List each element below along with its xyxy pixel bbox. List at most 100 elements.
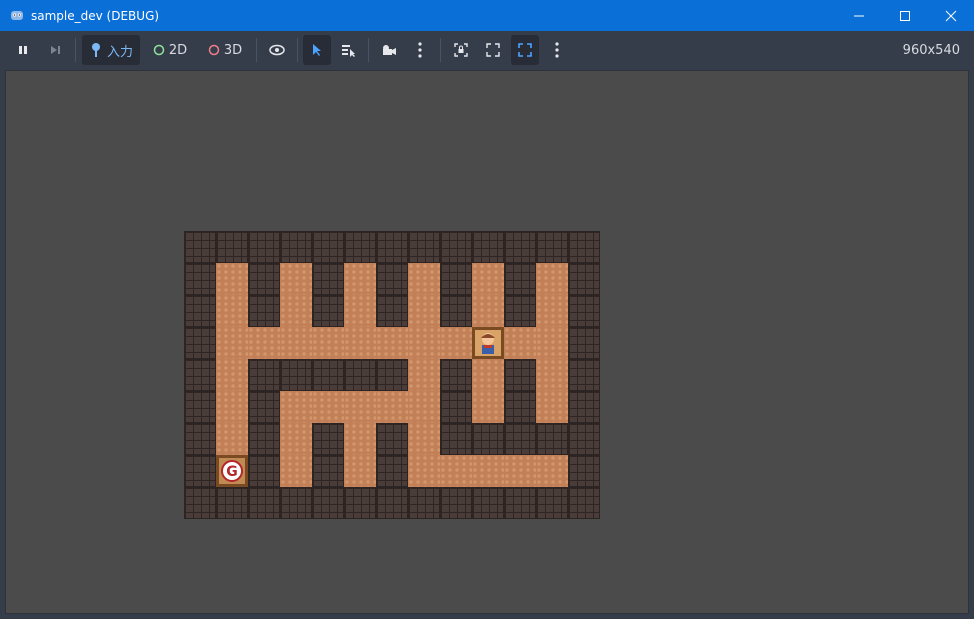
floor-tile [216, 327, 248, 359]
fullscreen-button[interactable] [511, 35, 539, 65]
floor-tile [472, 263, 504, 295]
floor-tile [344, 455, 376, 487]
floor-tile [440, 455, 472, 487]
mode-3d-button[interactable]: 3D [203, 35, 247, 65]
floor-tile [216, 391, 248, 423]
floor-tile [280, 391, 312, 423]
wall-tile [248, 359, 280, 391]
floor-tile [280, 327, 312, 359]
camera-menu-button[interactable] [410, 35, 430, 65]
floor-tile [504, 455, 536, 487]
close-button[interactable] [928, 0, 974, 31]
wall-tile [184, 327, 216, 359]
wall-tile [248, 423, 280, 455]
floor-tile [312, 391, 344, 423]
keep-aspect-button[interactable] [448, 35, 474, 65]
close-icon [945, 10, 957, 21]
circle-green-icon [153, 44, 165, 56]
wall-tile [568, 487, 600, 519]
wall-tile [504, 263, 536, 295]
wall-tile [376, 263, 408, 295]
wall-tile [472, 487, 504, 519]
wall-tile [184, 359, 216, 391]
camera-button[interactable] [376, 35, 402, 65]
floor-tile [408, 295, 440, 327]
floor-tile [216, 359, 248, 391]
fullscreen-icon [518, 43, 532, 57]
wall-tile [184, 455, 216, 487]
maze-board: G [184, 231, 600, 519]
goal-tile: G [216, 455, 248, 487]
floor-tile [216, 263, 248, 295]
floor-tile [408, 423, 440, 455]
toolbar-separator [256, 38, 257, 62]
select-tool-button[interactable] [303, 35, 331, 65]
wall-tile [568, 295, 600, 327]
floor-tile [536, 263, 568, 295]
debug-toolbar: 入力 2D 3D [0, 31, 974, 70]
wall-tile [504, 391, 536, 423]
floor-tile [280, 455, 312, 487]
wall-tile [536, 423, 568, 455]
wall-tile [536, 231, 568, 263]
toolbar-separator [297, 38, 298, 62]
wall-tile [376, 231, 408, 263]
wall-tile [344, 231, 376, 263]
wall-tile [408, 231, 440, 263]
wall-tile [312, 359, 344, 391]
wall-tile [472, 423, 504, 455]
floor-tile [408, 263, 440, 295]
mode-3d-label: 3D [223, 42, 243, 58]
wall-tile [280, 231, 312, 263]
floor-tile [280, 295, 312, 327]
list-cursor-icon [342, 45, 355, 57]
floor-tile [536, 359, 568, 391]
next-frame-button[interactable] [42, 35, 68, 65]
wall-tile [440, 263, 472, 295]
floor-tile [536, 391, 568, 423]
visibility-button[interactable] [264, 35, 290, 65]
wall-tile [248, 295, 280, 327]
wall-tile [440, 487, 472, 519]
pause-button[interactable] [10, 35, 36, 65]
floor-tile [408, 391, 440, 423]
floor-tile [472, 391, 504, 423]
floor-tile [472, 359, 504, 391]
wall-tile [184, 295, 216, 327]
input-toggle-button[interactable]: 入力 [82, 35, 140, 65]
svg-text:G: G [226, 464, 238, 480]
wall-tile [312, 295, 344, 327]
expand-icon [486, 43, 500, 57]
character-icon [475, 330, 501, 356]
wall-tile [376, 359, 408, 391]
wall-tile [184, 391, 216, 423]
wall-tile [184, 423, 216, 455]
wall-tile [248, 391, 280, 423]
mode-2d-button[interactable]: 2D [148, 35, 192, 65]
kebab-menu-icon [418, 42, 422, 58]
title-bar[interactable]: sample_dev (DEBUG) [0, 0, 974, 31]
wall-tile [312, 455, 344, 487]
step-forward-icon [51, 46, 60, 54]
wall-tile [568, 231, 600, 263]
wall-tile [248, 231, 280, 263]
wall-tile [568, 263, 600, 295]
input-toggle-label: 入力 [106, 44, 133, 60]
wall-tile [504, 231, 536, 263]
wall-tile [312, 231, 344, 263]
godot-icon [11, 11, 23, 20]
fit-viewport-button[interactable] [480, 35, 506, 65]
minimize-button[interactable] [836, 0, 882, 31]
wall-tile [504, 423, 536, 455]
floor-tile [536, 295, 568, 327]
wall-tile [568, 455, 600, 487]
floor-tile [216, 295, 248, 327]
view-menu-button[interactable] [547, 35, 567, 65]
maximize-button[interactable] [882, 0, 928, 31]
pause-icon [19, 46, 27, 54]
wall-tile [536, 487, 568, 519]
app-window: sample_dev (DEBUG) 入力 2D 3D 960x540 G [0, 0, 974, 619]
floor-tile [408, 327, 440, 359]
game-viewport[interactable]: G [5, 70, 969, 614]
list-select-button[interactable] [336, 35, 362, 65]
